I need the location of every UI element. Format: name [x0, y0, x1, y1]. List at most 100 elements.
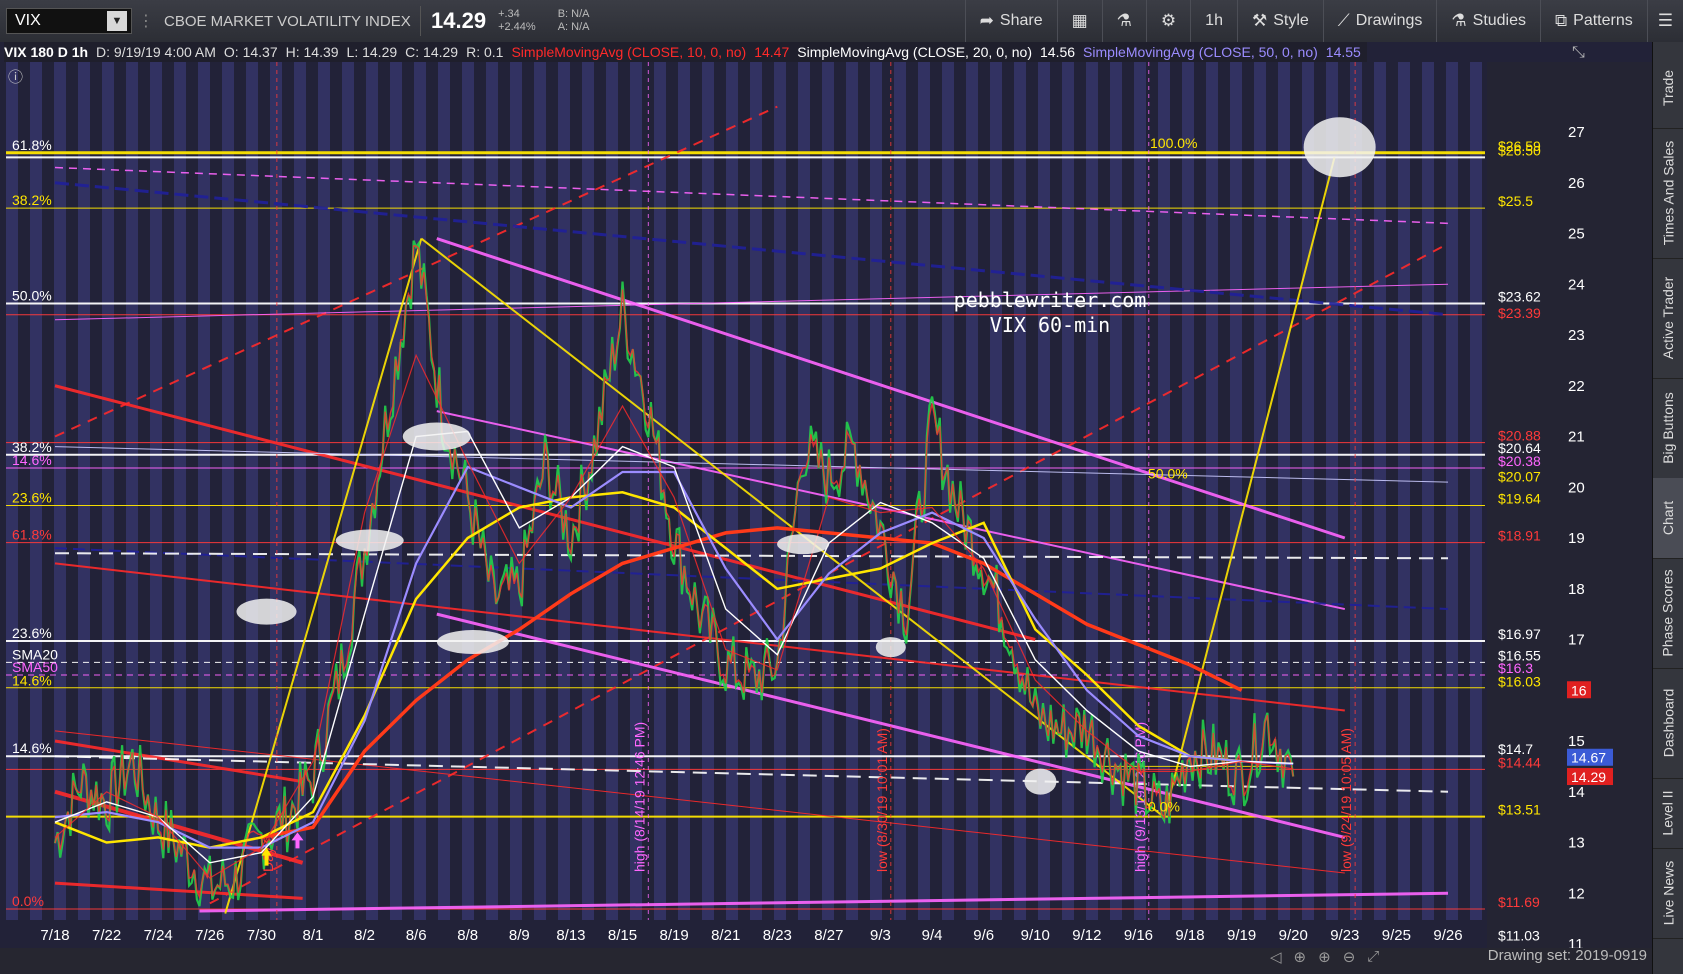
- session-stripe: [102, 62, 114, 948]
- x-axis-tick-label: 8/15: [608, 927, 637, 944]
- gear-icon: ⚙: [1160, 11, 1177, 30]
- dropdown-arrow-icon[interactable]: ▼: [107, 11, 127, 31]
- fib-level-label: 14.6%: [12, 673, 52, 689]
- bar-open: O: 14.37: [223, 44, 278, 60]
- style-button[interactable]: ⚒ Style: [1236, 0, 1323, 42]
- zoom-in-icon[interactable]: ⊕: [1318, 948, 1331, 966]
- alert-icon[interactable]: ⓘ: [8, 66, 23, 87]
- vertical-annotation-label: low (8/30/19 10:01 AM): [874, 728, 890, 872]
- sma10-value: 14.47: [754, 44, 790, 60]
- studies-button[interactable]: ⚗ Studies: [1436, 0, 1540, 42]
- bar-high: H: 14.39: [285, 44, 339, 60]
- y-axis-tick-label: 17: [1568, 632, 1585, 649]
- sma10-label[interactable]: SimpleMovingAvg (CLOSE, 10, 0, no): [511, 44, 746, 60]
- highlight-ellipse: [875, 637, 906, 658]
- session-stripe: [54, 62, 66, 948]
- menu-button[interactable]: ☰: [1646, 0, 1683, 42]
- sidebar-tab-live-news[interactable]: Live News: [1653, 848, 1683, 939]
- sma50-label[interactable]: SimpleMovingAvg (CLOSE, 50, 0, no): [1083, 44, 1318, 60]
- y-axis-tick-label: 18: [1568, 581, 1585, 598]
- patterns-label: Patterns: [1573, 12, 1633, 29]
- x-axis-tick-label: 9/20: [1279, 927, 1308, 944]
- sidebar-tab-level-ii[interactable]: Level II: [1653, 778, 1683, 849]
- x-axis-tick-label: 7/30: [247, 927, 276, 944]
- toolbar-divider: [420, 6, 421, 36]
- crosshair-icon[interactable]: ⊕: [1294, 948, 1307, 966]
- fib-level-label: 50.0%: [1148, 466, 1188, 482]
- zoom-out-icon[interactable]: ⊖: [1343, 948, 1356, 966]
- price-level-label: $11.03: [1498, 927, 1540, 943]
- sidebar-tab-label: Dashboard: [1660, 688, 1676, 758]
- bid-ask-box: B: N/A A: N/A: [558, 8, 590, 34]
- sidebar-tab-trade[interactable]: Trade: [1653, 48, 1683, 129]
- sidebar-tab-big-buttons[interactable]: Big Buttons: [1653, 378, 1683, 479]
- sidebar-tab-label: Chart: [1660, 500, 1677, 536]
- session-stripe: [198, 62, 210, 948]
- fib-level-label: 100.0%: [1150, 135, 1197, 151]
- x-axis-tick-label: 8/13: [556, 927, 585, 944]
- fib-level-label: 61.8%: [12, 137, 52, 153]
- sma20-value: 14.56: [1040, 44, 1076, 60]
- price-level-label: $26.50: [1498, 142, 1541, 158]
- session-stripe: [1374, 62, 1386, 948]
- right-sidebar: Trade Times And Sales Active Trader Big But…: [1652, 42, 1683, 974]
- y-axis-tick-label: 15: [1568, 733, 1585, 750]
- link-icon[interactable]: ⋮: [138, 11, 154, 31]
- x-axis-tick-label: 7/26: [195, 927, 224, 944]
- grid-button[interactable]: ▦: [1056, 0, 1102, 42]
- y-axis-tick-label: 12: [1568, 885, 1585, 902]
- price-chart[interactable]: Day 0high (8/14/19 12:46 PM)low (8/30/19…: [0, 42, 1653, 948]
- vertical-annotation-label: low (9/24/19 10:05 AM): [1338, 728, 1354, 872]
- x-axis-tick-label: 8/23: [763, 927, 792, 944]
- bar-close: C: 14.29: [405, 44, 459, 60]
- x-axis-tick-label: 9/26: [1433, 927, 1462, 944]
- x-axis-tick-label: 7/18: [40, 927, 69, 944]
- fib-level-label: 23.6%: [12, 625, 52, 641]
- price-level-label: $23.39: [1498, 305, 1541, 321]
- sidebar-tab-label: Level II: [1660, 790, 1677, 836]
- chart-info-bar: VIX 180 D 1h D: 9/19/19 4:00 AM O: 14.37…: [4, 42, 1367, 62]
- fib-level-label: 0.0%: [1148, 799, 1180, 815]
- drawings-button[interactable]: ⟋ Drawings: [1322, 0, 1437, 42]
- bar-range: R: 0.1: [466, 44, 504, 60]
- x-axis-tick-label: 9/18: [1175, 927, 1204, 944]
- collapse-icon[interactable]: ⤡: [1572, 44, 1585, 62]
- sidebar-tab-active-trader[interactable]: Active Trader: [1653, 258, 1683, 379]
- session-stripe: [966, 62, 978, 948]
- settings-button[interactable]: ⚙: [1145, 0, 1190, 42]
- sidebar-tab-dashboard[interactable]: Dashboard: [1653, 668, 1683, 779]
- flask-button[interactable]: ⚗: [1101, 0, 1146, 42]
- x-axis-tick-label: 8/19: [660, 927, 689, 944]
- session-stripe: [1326, 62, 1338, 948]
- session-stripe: [1062, 62, 1074, 948]
- bar-date: D: 9/19/19 4:00 AM: [96, 44, 216, 60]
- sidebar-tab-label: Active Trader: [1660, 276, 1677, 360]
- sidebar-tab-chart[interactable]: Chart: [1653, 478, 1683, 559]
- symbol-selector[interactable]: VIX ▼: [6, 8, 132, 34]
- sma20-label[interactable]: SimpleMovingAvg (CLOSE, 20, 0, no): [797, 44, 1032, 60]
- scroll-left-icon[interactable]: ◁: [1270, 948, 1282, 966]
- session-stripe: [1398, 62, 1410, 948]
- fib-level-label: 0.0%: [12, 893, 44, 909]
- share-button[interactable]: ➦ Share: [964, 0, 1057, 42]
- expand-icon[interactable]: ⤢: [1367, 948, 1379, 966]
- price-level-label: $19.64: [1498, 491, 1541, 507]
- price-level-label: $20.07: [1498, 469, 1541, 485]
- x-axis-tick-label: 9/23: [1330, 927, 1359, 944]
- timeframe-button[interactable]: 1h: [1190, 0, 1237, 42]
- session-stripe: [702, 62, 714, 948]
- patterns-button[interactable]: ⧉ Patterns: [1540, 0, 1647, 42]
- sidebar-tab-phase-scores[interactable]: Phase Scores: [1653, 558, 1683, 669]
- patterns-icon: ⧉: [1555, 11, 1568, 30]
- x-axis-tick-label: 8/9: [509, 927, 530, 944]
- sidebar-tab-label: Phase Scores: [1660, 569, 1677, 657]
- fib-level-label: 14.6%: [12, 452, 52, 468]
- drawing-set-label[interactable]: Drawing set: 2019-0919: [1488, 947, 1647, 964]
- session-stripe: [1422, 62, 1434, 948]
- fib-level-label: 50.0%: [12, 288, 52, 304]
- price-level-label: $16.97: [1498, 626, 1541, 642]
- last-price: 14.29: [431, 8, 487, 33]
- chart-area[interactable]: Day 0high (8/14/19 12:46 PM)low (8/30/19…: [0, 42, 1653, 974]
- sidebar-tab-times-and-sales[interactable]: Times And Sales: [1653, 128, 1683, 259]
- x-axis-tick-label: 9/12: [1072, 927, 1101, 944]
